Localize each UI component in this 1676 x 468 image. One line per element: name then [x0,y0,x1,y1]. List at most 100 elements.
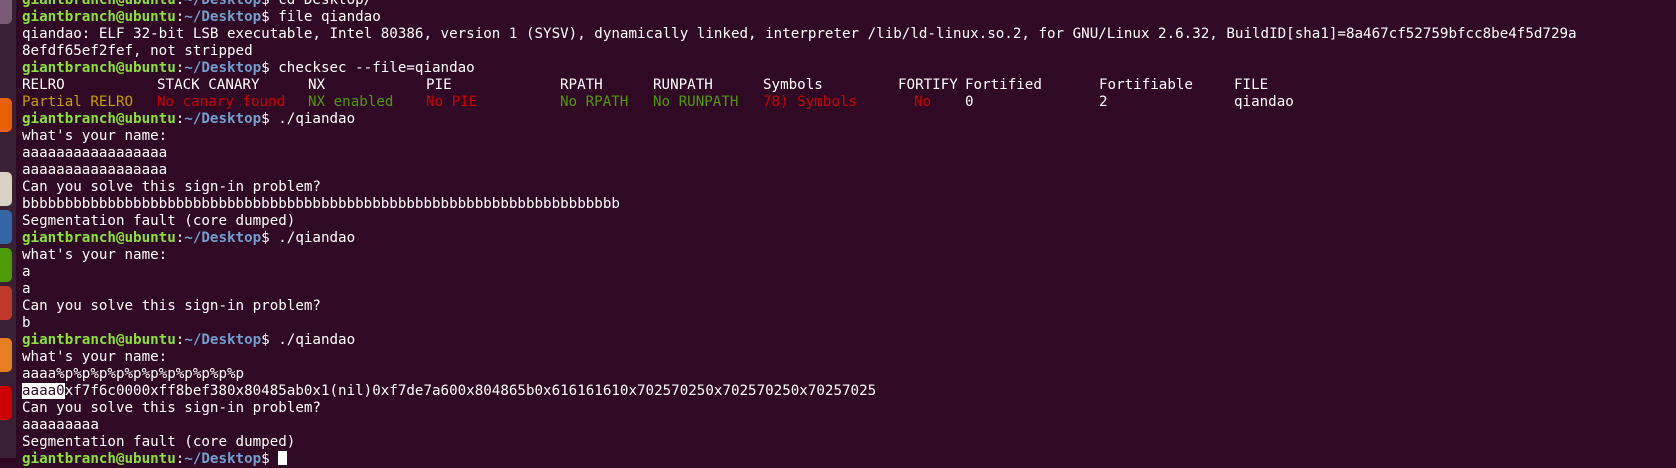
checksec-header-cell: Fortifiable [1099,77,1193,93]
output-text: Can you solve this sign-in problem? [22,298,321,314]
checksec-value-cell: No [914,94,932,110]
checksec-values: Partial RELRO No canary found NX enabled No… [22,94,1676,111]
output-text: a [22,281,31,297]
output-text: b [22,315,31,331]
selected-text: aaaa0 [22,383,65,399]
command-text: $ [261,451,279,467]
output-text: bbbbbbbbbbbbbbbbbbbbbbbbbbbbbbbbbbbbbbbb… [22,196,620,212]
command-text: $ ./qiandao [261,332,356,348]
output-line: qiandao: ELF 32-bit LSB executable, Inte… [22,26,1676,43]
checksec-header-cell: FORTIFY [898,77,958,93]
prompt-colon: : [175,111,185,127]
app-icon-1[interactable] [0,0,12,24]
output-line: aaaaaaaaa [22,417,1676,434]
command-line: giantbranch@ubuntu:~/Desktop$ file qiand… [22,9,1676,26]
prompt-user: giantbranch@ubuntu [22,60,176,76]
checksec-header-cell: RELRO [22,77,65,93]
command-line: giantbranch@ubuntu:~/Desktop$ ./qiandao [22,332,1676,349]
output-text: aaaaaaaaaaaaaaaaa [22,162,168,178]
checksec-value-cell: No PIE [426,94,478,110]
output-line: what's your name: [22,349,1676,366]
checksec-value-cell: Partial RELRO [22,94,134,110]
output-line: Can you solve this sign-in problem? [22,400,1676,417]
writer-icon[interactable] [0,210,12,244]
output-text: what's your name: [22,247,168,263]
output-text: Can you solve this sign-in problem? [22,400,321,416]
output-line: what's your name: [22,247,1676,264]
prompt-user: giantbranch@ubuntu [22,0,176,8]
checksec-header-cell: RPATH [560,77,603,93]
checksec-value-cell: 78) Symbols [763,94,857,110]
output-line: what's your name: [22,128,1676,145]
checksec-header-cell: STACK CANARY [157,77,260,93]
command-line: giantbranch@ubuntu:~/Desktop$ checksec -… [22,60,1676,77]
prompt-colon: : [175,230,185,246]
checksec-header: RELRO STACK CANARY NX PIE RPATH RUNPATH Symbol… [22,77,1676,94]
files-icon[interactable] [0,172,12,206]
output-line: bbbbbbbbbbbbbbbbbbbbbbbbbbbbbbbbbbbbbbbb… [22,196,1676,213]
checksec-value-cell: No canary found [157,94,286,110]
output-text: aaaaaaaaa [22,417,99,433]
checksec-header-cell: NX [308,77,326,93]
output-line: a [22,264,1676,281]
output-text: Can you solve this sign-in problem? [22,179,321,195]
calc-icon[interactable] [0,248,12,282]
output-line: aaaaaaaaaaaaaaaaa [22,162,1676,179]
output-line: aaaa%p%p%p%p%p%p%p%p%p%p%p [22,366,1676,383]
output-line: aaaa0xf7f6c0000xff8bef380x80485ab0x1(nil… [22,383,1676,400]
output-line: aaaaaaaaaaaaaaaaa [22,145,1676,162]
prompt-path: ~/Desktop [184,332,262,348]
checksec-value-cell: 2 [1099,94,1108,110]
output-line: b [22,315,1676,332]
software-icon[interactable] [0,338,12,372]
impress-icon[interactable] [0,286,12,320]
output-line: Can you solve this sign-in problem? [22,179,1676,196]
output-line: Segmentation fault (core dumped) [22,434,1676,451]
checksec-value-cell: No RUNPATH [653,94,739,110]
command-line: giantbranch@ubuntu:~/Desktop$ ./qiandao [22,111,1676,128]
prompt-path: ~/Desktop [184,451,262,467]
output-text: what's your name: [22,349,168,365]
prompt-colon: : [175,9,185,25]
unity-launcher [0,0,16,458]
prompt-path: ~/Desktop [184,230,262,246]
output-line: a [22,281,1676,298]
output-line: Segmentation fault (core dumped) [22,213,1676,230]
prompt-user: giantbranch@ubuntu [22,332,176,348]
prompt-path: ~/Desktop [184,0,262,8]
checksec-header-cell: FILE [1234,77,1269,93]
output-text: qiandao: ELF 32-bit LSB executable, Inte… [22,26,1577,42]
terminal[interactable]: giantbranch@ubuntu:~/Desktop$ cd Desktop… [22,0,1676,467]
amazon-icon[interactable] [0,386,12,420]
command-line: giantbranch@ubuntu:~/Desktop$ ./qiandao [22,230,1676,247]
output-text: Segmentation fault (core dumped) [22,434,296,450]
output-text: Segmentation fault (core dumped) [22,213,296,229]
firefox-icon[interactable] [0,98,12,132]
prompt-colon: : [175,451,185,467]
command-text: $ ./qiandao [261,230,356,246]
output-text: what's your name: [22,128,168,144]
checksec-header-cell: Fortified [965,77,1042,93]
prompt-colon: : [175,60,185,76]
checksec-header-cell: RUNPATH [653,77,713,93]
checksec-value-cell: qiandao [1234,94,1294,110]
checksec-value-cell: NX enabled [308,94,394,110]
command-line: giantbranch@ubuntu:~/Desktop$ [22,451,1676,468]
output-line: Can you solve this sign-in problem? [22,298,1676,315]
prompt-colon: : [175,0,185,8]
command-text: $ ./qiandao [261,111,356,127]
output-line: 8efdf65ef2fef, not stripped [22,43,1676,60]
output-text: aaaa%p%p%p%p%p%p%p%p%p%p%p [22,366,245,382]
checksec-header-cell: Symbols [763,77,823,93]
terminal-cursor [278,451,288,465]
prompt-user: giantbranch@ubuntu [22,451,176,467]
command-text: $ file qiandao [261,9,381,25]
checksec-header-cell: PIE [426,77,452,93]
leak-output: xf7f6c0000xff8bef380x80485ab0x1(nil)0xf7… [64,383,877,399]
prompt-user: giantbranch@ubuntu [22,230,176,246]
output-text: 8efdf65ef2fef, not stripped [22,43,253,59]
prompt-path: ~/Desktop [184,60,262,76]
output-text: a [22,264,31,280]
checksec-value-cell: 0 [965,94,974,110]
prompt-path: ~/Desktop [184,111,262,127]
